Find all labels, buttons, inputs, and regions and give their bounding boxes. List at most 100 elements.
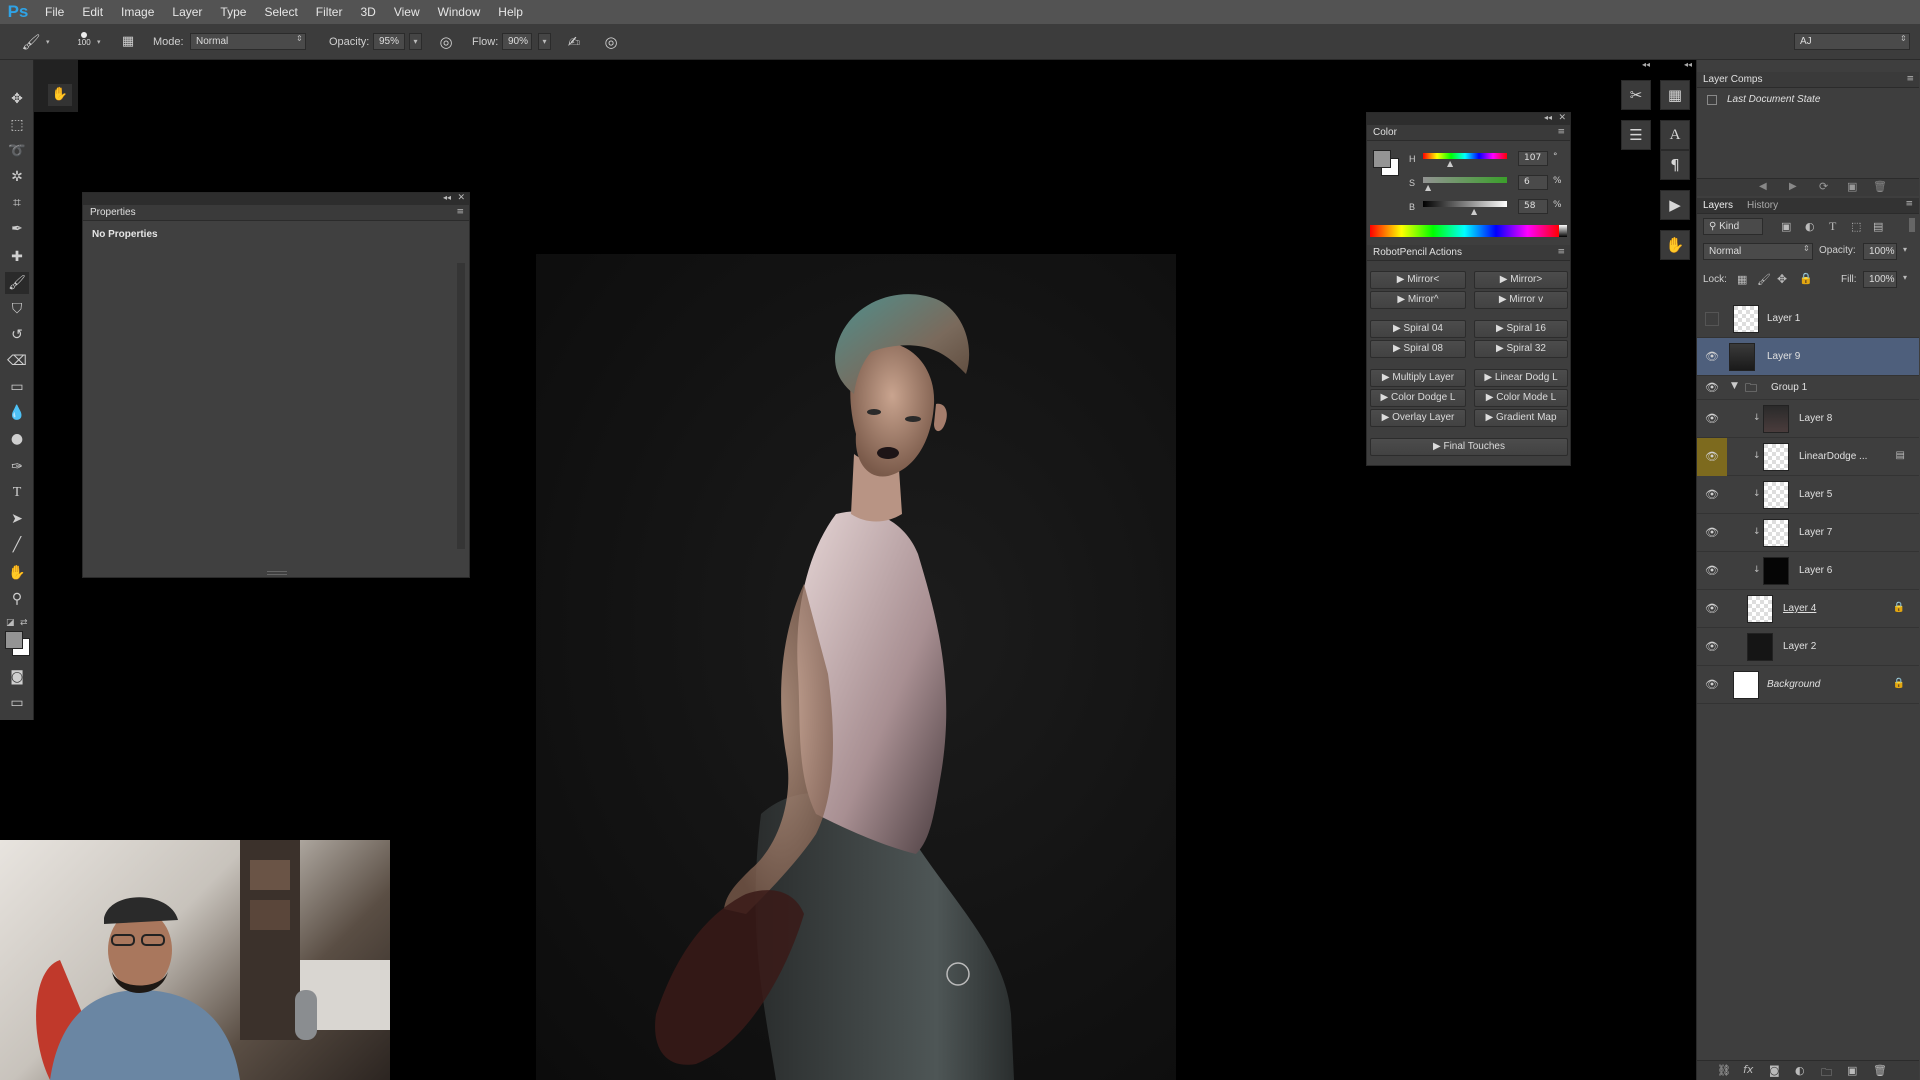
eye-icon[interactable]: 👁 [1705, 412, 1719, 426]
new-adjustment-layer-icon[interactable]: ◐ [1795, 1064, 1805, 1077]
eye-icon[interactable]: 👁 [1705, 678, 1719, 692]
magic-wand-tool-icon[interactable]: ✲ [5, 166, 29, 188]
lock-transparency-icon[interactable]: ▦ [1737, 273, 1747, 286]
path-selection-tool-icon[interactable]: ➤ [5, 508, 29, 530]
menu-layer[interactable]: Layer [163, 0, 211, 24]
hand-tool-icon[interactable]: ✋ [5, 562, 29, 584]
eye-icon[interactable]: 👁 [1705, 640, 1719, 654]
action-spiral-08[interactable]: ▶ Spiral 08 [1370, 340, 1466, 358]
lock-all-icon[interactable]: 🔒 [1799, 272, 1813, 285]
menu-edit[interactable]: Edit [73, 0, 112, 24]
menu-filter[interactable]: Filter [307, 0, 352, 24]
menu-3d[interactable]: 3D [351, 0, 384, 24]
blur-tool-icon[interactable]: 💧 [5, 402, 29, 424]
layer-row-group-1[interactable]: 👁 ▼ 🗀 Group 1 [1697, 376, 1919, 400]
close-icon[interactable]: ✕ [457, 193, 465, 203]
hue-slider-thumb[interactable]: ▲ [1447, 159, 1453, 168]
saturation-slider-thumb[interactable]: ▲ [1425, 183, 1431, 192]
group-expand-icon[interactable]: ▼ [1731, 381, 1738, 391]
mode-select[interactable]: Normal [190, 33, 306, 50]
new-group-icon[interactable]: 🗀 [1821, 1064, 1832, 1080]
opacity-field[interactable]: 95% [373, 33, 405, 50]
action-gradient-map[interactable]: ▶ Gradient Map [1474, 409, 1568, 427]
eye-icon[interactable]: 👁 [1705, 488, 1719, 502]
workspace-select[interactable]: AJ [1794, 33, 1910, 50]
opacity-dropdown-icon[interactable]: ▾ [409, 33, 422, 50]
collapse-icon[interactable]: ◂◂ [443, 193, 451, 202]
action-mirror-right[interactable]: ▶ Mirror> [1474, 271, 1568, 289]
history-brush-tool-icon[interactable]: ↺ [5, 324, 29, 346]
brightness-value[interactable]: 58 [1518, 199, 1548, 214]
actions-panel-icon[interactable]: ▶ [1660, 190, 1690, 220]
layer-row-layer-1[interactable]: Layer 1 [1697, 300, 1919, 338]
brush-panel-toggle-icon[interactable]: ▦ [117, 31, 139, 53]
new-layer-icon[interactable]: ▣ [1847, 1064, 1857, 1077]
layer-row-lineardodge[interactable]: 👁 ↓ LinearDodge ... ▤ [1697, 438, 1919, 476]
filter-toggle[interactable] [1909, 218, 1915, 232]
collapse-right-icon[interactable]: ◂◂ [1684, 60, 1692, 69]
add-mask-icon[interactable]: ◙ [1769, 1064, 1780, 1077]
layer-row-background[interactable]: 👁 Background 🔒 [1697, 666, 1919, 704]
menu-file[interactable]: File [36, 0, 73, 24]
eye-icon[interactable]: 👁 [1705, 350, 1719, 364]
color-spectrum-ramp[interactable] [1370, 225, 1559, 237]
tool-presets-icon[interactable]: ✋ [48, 84, 72, 106]
eye-icon[interactable]: 👁 [1705, 450, 1719, 464]
healing-brush-tool-icon[interactable]: ✚ [5, 246, 29, 268]
flow-field[interactable]: 90% [502, 33, 532, 50]
layer-row-layer-4[interactable]: 👁 Layer 4 🔒 [1697, 590, 1919, 628]
delete-comp-icon[interactable]: 🗑 [1873, 180, 1887, 193]
fill-field[interactable]: 100% [1863, 271, 1897, 288]
collapse-icon[interactable]: ◂◂ [1544, 113, 1552, 122]
collapse-left-icon[interactable]: ◂◂ [1642, 60, 1650, 69]
tab-layers[interactable]: Layers [1703, 200, 1733, 211]
default-colors-icon[interactable]: ◪ [6, 618, 15, 628]
layers-panel-menu-icon[interactable]: ≡ [1905, 199, 1913, 209]
fx-icon[interactable]: fx [1743, 1063, 1753, 1076]
brush-size-picker[interactable]: 100 [74, 30, 94, 54]
document-canvas[interactable] [536, 254, 1176, 1080]
type-tool-icon[interactable]: T [5, 482, 29, 504]
brush-tool-icon[interactable]: 🖌 [5, 272, 29, 294]
dodge-tool-icon[interactable]: ● [5, 428, 29, 450]
hue-slider[interactable] [1423, 153, 1507, 159]
action-multiply-layer[interactable]: ▶ Multiply Layer [1370, 369, 1466, 387]
actions-panel-menu-icon[interactable]: ≡ [1557, 247, 1565, 257]
fill-caret-icon[interactable]: ▾ [1903, 273, 1907, 282]
grayscale-ramp[interactable] [1559, 225, 1567, 237]
hue-value[interactable]: 107 [1518, 151, 1548, 166]
color-panel-menu-icon[interactable]: ≡ [1557, 127, 1565, 137]
brightness-slider[interactable] [1423, 201, 1507, 207]
new-comp-icon[interactable]: ▣ [1847, 180, 1857, 193]
action-final-touches[interactable]: ▶ Final Touches [1370, 438, 1568, 456]
tool-brush-presets-icon[interactable]: ✋ [1660, 230, 1690, 260]
action-spiral-16[interactable]: ▶ Spiral 16 [1474, 320, 1568, 338]
action-mirror-down[interactable]: ▶ Mirror v [1474, 291, 1568, 309]
layer-opacity-caret-icon[interactable]: ▾ [1903, 245, 1907, 254]
delete-layer-icon[interactable]: 🗑 [1873, 1064, 1887, 1077]
lock-pixels-icon[interactable]: 🖌 [1757, 273, 1771, 286]
menu-type[interactable]: Type [211, 0, 255, 24]
filter-adjustment-icon[interactable]: ◐ [1805, 220, 1815, 233]
link-layers-icon[interactable]: ⛓ [1717, 1064, 1731, 1077]
layer-row-layer-2[interactable]: 👁 Layer 2 [1697, 628, 1919, 666]
quick-mask-icon[interactable]: ◙ [5, 666, 29, 688]
swatches-panel-icon[interactable]: ▦ [1660, 80, 1690, 110]
action-color-dodge-layer[interactable]: ▶ Color Dodge L [1370, 389, 1466, 407]
panel-menu-icon[interactable]: ≡ [456, 207, 464, 217]
visibility-toggle-hidden[interactable] [1705, 312, 1719, 326]
tab-color[interactable]: Color [1367, 125, 1570, 141]
flow-dropdown-icon[interactable]: ▾ [538, 33, 551, 50]
eyedropper-tool-icon[interactable]: ✒ [5, 218, 29, 240]
move-tool-icon[interactable]: ✥ [5, 88, 29, 110]
brush-tool-preset-icon[interactable]: 🖌 [20, 31, 42, 53]
properties-scrollbar[interactable] [457, 263, 465, 549]
preset-caret-icon[interactable]: ▾ [46, 38, 50, 46]
eye-icon[interactable]: 👁 [1705, 564, 1719, 578]
eye-icon[interactable]: 👁 [1705, 602, 1719, 616]
clone-stamp-tool-icon[interactable]: ⛉ [5, 298, 29, 320]
menu-view[interactable]: View [385, 0, 429, 24]
action-mirror-left[interactable]: ▶ Mirror< [1370, 271, 1466, 289]
swap-colors-icon[interactable]: ⇄ [20, 618, 28, 628]
action-color-mode-layer[interactable]: ▶ Color Mode L [1474, 389, 1568, 407]
